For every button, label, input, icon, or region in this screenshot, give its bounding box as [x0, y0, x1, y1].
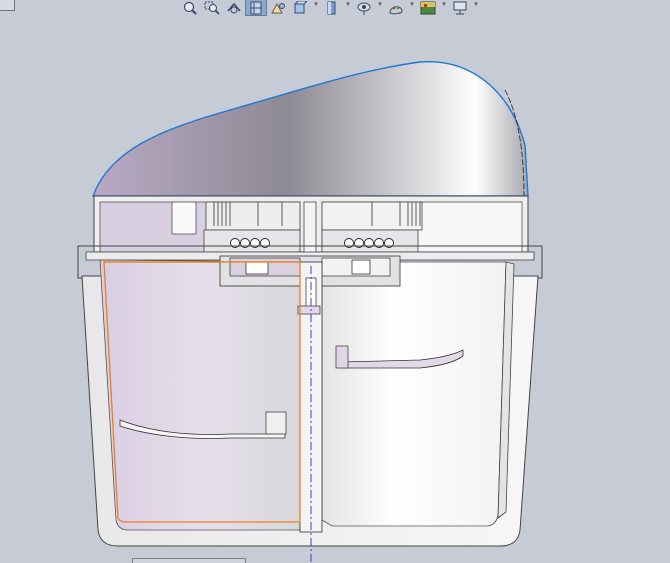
left-bracket — [265, 411, 287, 435]
left-chamber[interactable] — [99, 259, 301, 531]
dome-cap[interactable] — [91, 61, 529, 197]
right-chamber[interactable] — [321, 261, 507, 527]
hub-left-stud — [245, 261, 269, 275]
right-vane-mount — [335, 345, 349, 369]
divider-nub — [297, 305, 321, 315]
hub-right-stud — [351, 259, 371, 275]
graphics-area[interactable] — [0, 0, 670, 562]
left-fin-block — [205, 201, 301, 231]
feature-manager-tab[interactable] — [132, 558, 246, 563]
left-post — [171, 201, 197, 235]
